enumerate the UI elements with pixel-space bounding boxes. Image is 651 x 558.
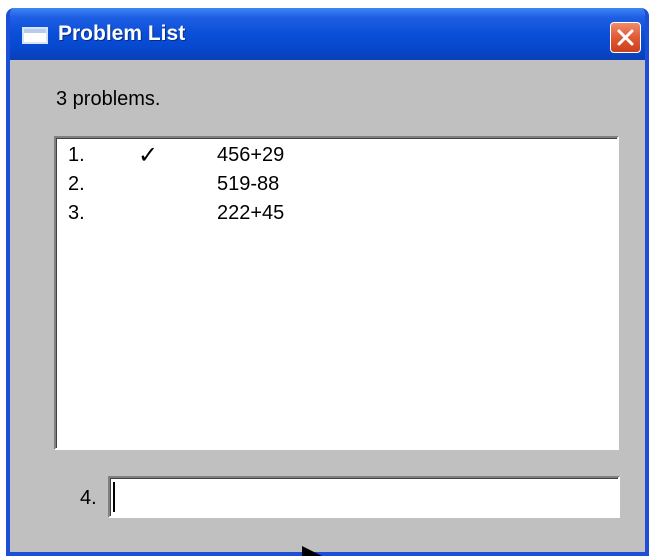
problem-count-label: 3 problems. [56,88,161,110]
problem-entry-input[interactable] [108,476,620,518]
window-icon [22,27,48,44]
close-button[interactable] [610,22,641,53]
next-problem-number: 4. [80,487,97,509]
problem-listbox[interactable]: 1. ✓ 456+29 2. 519-88 3. 222+45 [54,136,619,450]
list-item[interactable]: 2. 519-88 [56,173,617,202]
checkmark-icon: ✓ [138,141,159,169]
problem-expression: 519-88 [217,173,280,195]
window-title: Problem List [58,22,186,45]
mouse-pointer-icon [302,546,322,556]
title-bar[interactable]: Problem List [10,8,645,60]
problem-expression: 222+45 [217,202,285,224]
problem-number: 3. [68,202,85,224]
problem-expression: 456+29 [217,144,285,166]
problem-list-window: Problem List 3 problems. 1. ✓ 456+29 2. … [6,8,649,556]
list-item[interactable]: 1. ✓ 456+29 [56,141,617,173]
problem-number: 1. [68,144,85,166]
close-icon [617,29,634,46]
text-caret [113,482,115,512]
list-item[interactable]: 3. 222+45 [56,202,617,231]
problem-number: 2. [68,173,85,195]
